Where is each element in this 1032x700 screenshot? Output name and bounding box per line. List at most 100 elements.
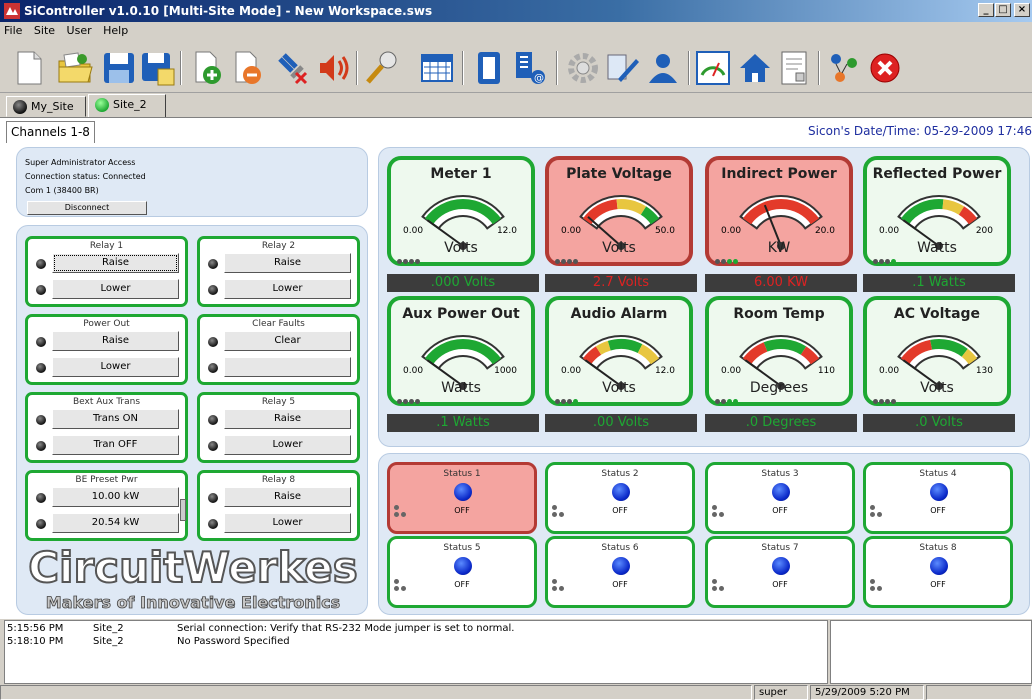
relay-button[interactable]: Lower [52, 279, 179, 299]
drag-handle-icon[interactable] [180, 499, 186, 521]
relay-button[interactable]: Raise [224, 409, 351, 429]
relay-led-icon [36, 259, 46, 269]
relay-button[interactable]: 10.00 kW [52, 487, 179, 507]
indicator-dot-icon [727, 259, 732, 264]
relay-button[interactable]: 20.54 kW [52, 513, 179, 533]
disconnect-icon[interactable] [272, 49, 310, 87]
relay-button[interactable]: Trans ON [52, 409, 179, 429]
menu-help[interactable]: Help [99, 22, 132, 39]
status-led-icon [454, 557, 472, 575]
status-box: Status 6 OFF [545, 536, 695, 608]
remove-site-icon[interactable] [228, 49, 266, 87]
indicator-dot-icon [397, 399, 402, 404]
logo-tagline: Makers of Innovative Electronics [46, 593, 340, 612]
panel-icon[interactable] [470, 49, 508, 87]
status-box: Status 2 OFF [545, 462, 695, 534]
relay-button[interactable] [224, 357, 351, 377]
toolbar-separator [180, 51, 182, 85]
meter-min-label: 0.00 [721, 366, 742, 376]
gauge-zone [607, 339, 643, 354]
meter-reading: .0 Volts [863, 414, 1015, 432]
tab-channels-1-8[interactable]: Channels 1-8 [6, 121, 95, 143]
connection-status: Connection status: Connected [25, 172, 146, 181]
edit-icon[interactable] [604, 49, 642, 87]
meter-title: Meter 1 [430, 166, 492, 182]
relay-button[interactable]: Lower [224, 435, 351, 455]
indicator-dot-icon [397, 259, 402, 264]
audio-icon[interactable] [314, 49, 352, 87]
disconnect-button[interactable]: Disconnect [27, 201, 147, 215]
relay-button[interactable]: Raise [224, 487, 351, 507]
meter-max-label: 110 [817, 366, 835, 376]
user-icon[interactable] [644, 49, 682, 87]
site-status-dark-icon [13, 100, 27, 114]
statusbar-message [0, 685, 752, 700]
meter-indicator-dots [397, 254, 421, 267]
svg-text:@: @ [534, 73, 544, 84]
meter-icon[interactable] [694, 49, 732, 87]
indicator-dot-icon [733, 259, 738, 264]
status-title: Status 7 [761, 543, 799, 553]
indicator-dot-icon [403, 259, 408, 264]
window-title: SiController v1.0.10 [Multi-Site Mode] -… [24, 4, 433, 18]
gauge-zone [595, 340, 611, 355]
indicator-dot-icon [733, 399, 738, 404]
status-led-icon [772, 557, 790, 575]
meter-reading: .0 Degrees [705, 414, 857, 432]
relay-button[interactable]: Lower [52, 357, 179, 377]
relay-box: BE Preset Pwr 10.00 kW 20.54 kW [25, 470, 188, 541]
maximize-button[interactable]: □ [995, 3, 1011, 17]
relay-button[interactable]: Raise [224, 253, 351, 273]
indicator-dot-icon [415, 399, 420, 404]
relay-box: Relay 5 Raise Lower [197, 392, 360, 463]
tab-my-site[interactable]: My_Site [6, 96, 86, 117]
relay-button[interactable]: Lower [224, 279, 351, 299]
statusbar-datetime: 5/29/2009 5:20 PM [810, 685, 924, 700]
indicator-dot-icon [561, 399, 566, 404]
event-log[interactable]: 5:15:56 PM Site_2 Serial connection: Verif… [4, 620, 828, 684]
app-icon [4, 3, 20, 19]
save-icon[interactable] [100, 49, 138, 87]
exit-icon[interactable] [866, 49, 904, 87]
indicator-dot-icon [727, 399, 732, 404]
status-indicator-dots-icon [394, 579, 410, 595]
new-file-icon[interactable] [10, 49, 48, 87]
meter-gauge: Aux Power Out 0.00 1000 Watts [387, 296, 535, 406]
report-icon[interactable] [776, 49, 814, 87]
menu-bar: File Site User Help [0, 22, 1032, 41]
indicator-dot-icon [561, 259, 566, 264]
menu-file[interactable]: File [0, 22, 26, 39]
menu-site[interactable]: Site [30, 22, 59, 39]
open-folder-icon[interactable] [56, 49, 94, 87]
status-title: Status 5 [443, 543, 481, 553]
meter-indicator-dots [715, 394, 739, 407]
close-button[interactable]: × [1014, 3, 1030, 17]
minimize-button[interactable]: _ [978, 3, 994, 17]
status-led-icon [612, 557, 630, 575]
statusbar-user: super [754, 685, 808, 700]
relay-box: Relay 8 Raise Lower [197, 470, 360, 541]
settings-icon[interactable] [564, 49, 602, 87]
add-site-icon[interactable] [188, 49, 226, 87]
relay-button[interactable]: Lower [224, 513, 351, 533]
home-icon[interactable] [736, 49, 774, 87]
meter-min-label: 0.00 [721, 226, 742, 236]
network-icon[interactable]: @ [510, 49, 548, 87]
relay-button[interactable]: Raise [52, 331, 179, 351]
site-status-green-icon [95, 98, 109, 112]
relay-button[interactable]: Tran OFF [52, 435, 179, 455]
microphone-icon[interactable] [362, 49, 400, 87]
save-as-icon[interactable] [138, 49, 176, 87]
calendar-icon[interactable] [418, 49, 456, 87]
meter-min-label: 0.00 [879, 226, 900, 236]
relay-button[interactable]: Clear [224, 331, 351, 351]
users-network-icon[interactable] [824, 49, 862, 87]
tab-site-2[interactable]: Site_2 [88, 94, 166, 117]
meter-title: Plate Voltage [566, 166, 672, 182]
status-box: Status 7 OFF [705, 536, 855, 608]
menu-user[interactable]: User [63, 22, 96, 39]
relay-button[interactable]: Raise [52, 253, 179, 273]
meter-reading: 2.7 Volts [545, 274, 697, 292]
relay-led-icon [36, 337, 46, 347]
status-indicator-dots-icon [870, 579, 886, 595]
